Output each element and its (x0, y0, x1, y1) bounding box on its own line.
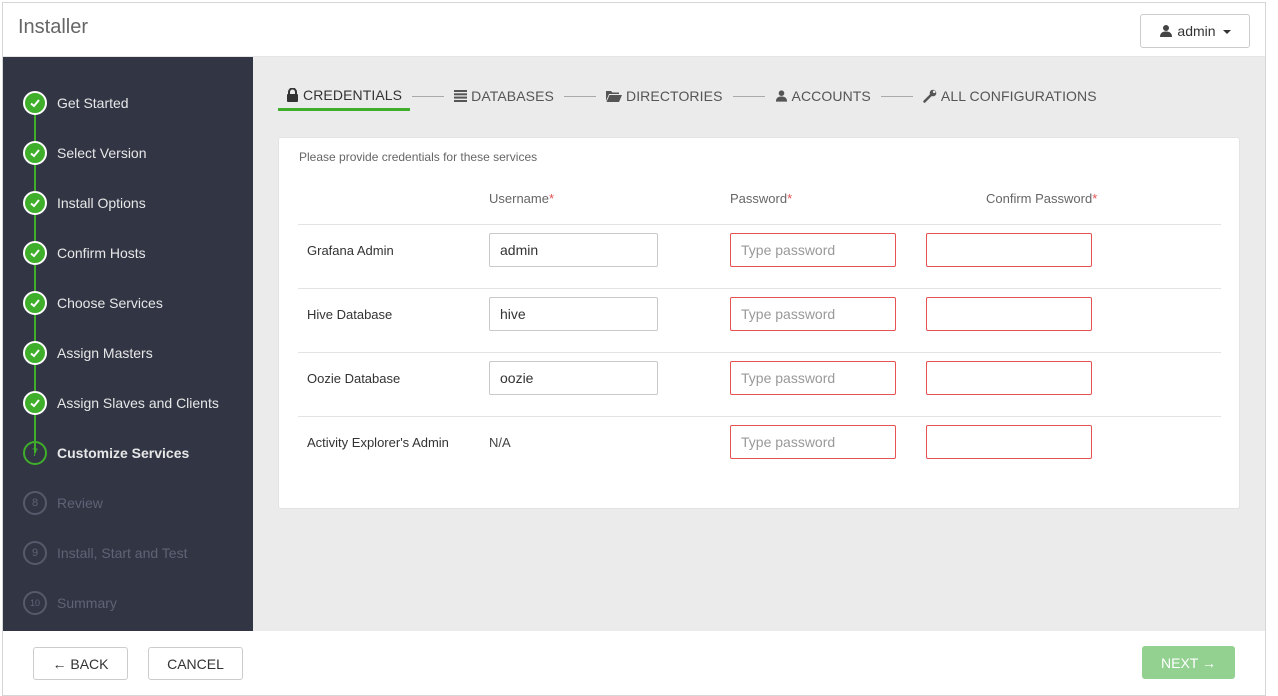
tab-label: ALL CONFIGURATIONS (940, 88, 1097, 104)
confirm-password-input[interactable] (926, 297, 1092, 331)
tab-divider (732, 95, 765, 97)
tab-all-configurations[interactable]: ALL CONFIGURATIONS (915, 81, 1105, 111)
tab-label: ACCOUNTS (791, 88, 871, 104)
step-choose-services[interactable]: Choose Services (23, 291, 163, 315)
header-label: Confirm Password (986, 191, 1093, 206)
confirm-password-input[interactable] (926, 425, 1092, 459)
step-label: Select Version (57, 145, 147, 161)
user-menu-button[interactable]: admin (1140, 14, 1250, 48)
required-mark: * (548, 191, 555, 206)
tab-credentials[interactable]: CREDENTIALS (278, 81, 411, 111)
step-summary: 10 Summary (23, 591, 117, 615)
credentials-panel: Please provide credentials for these ser… (278, 137, 1240, 509)
credentials-intro: Please provide credentials for these ser… (299, 150, 538, 164)
step-number: 9 (23, 541, 47, 565)
step-label: Get Started (57, 95, 129, 111)
tab-label: DATABASES (471, 88, 554, 104)
password-header: Password* (730, 191, 792, 206)
user-icon (775, 89, 788, 103)
config-tabs: CREDENTIALS DATABASES DIRECTORIES ACCOUN… (278, 81, 1105, 111)
step-label: Install Options (57, 195, 146, 211)
password-input[interactable] (730, 297, 896, 331)
check-icon (23, 91, 47, 115)
check-icon (23, 291, 47, 315)
main-content: CREDENTIALS DATABASES DIRECTORIES ACCOUN… (253, 57, 1265, 631)
next-button[interactable]: NEXT → (1142, 646, 1235, 679)
service-name: Activity Explorer's Admin (307, 435, 449, 450)
user-menu-label: admin (1177, 23, 1216, 39)
step-number: 10 (23, 591, 47, 615)
top-bar: Installer admin (3, 3, 1265, 57)
wizard-footer: ← BACK CANCEL NEXT → (3, 631, 1265, 695)
step-number: 8 (23, 491, 47, 515)
user-icon (1159, 24, 1173, 38)
required-mark: * (787, 191, 793, 206)
step-select-version[interactable]: Select Version (23, 141, 147, 165)
step-label: Customize Services (57, 445, 190, 461)
back-button[interactable]: ← BACK (33, 647, 128, 680)
username-na: N/A (489, 435, 511, 450)
wrench-icon (923, 89, 937, 103)
tab-divider (880, 95, 913, 97)
step-label: Assign Slaves and Clients (57, 395, 219, 411)
required-mark: * (1092, 191, 1098, 206)
step-install-start-test: 9 Install, Start and Test (23, 541, 187, 565)
step-assign-slaves[interactable]: Assign Slaves and Clients (23, 391, 219, 415)
step-number: 7 (23, 441, 47, 465)
caret-down-icon (1222, 30, 1231, 34)
password-input[interactable] (730, 361, 896, 395)
username-header: Username* (489, 191, 554, 206)
tab-divider (563, 95, 596, 97)
lock-icon (286, 87, 299, 102)
step-label: Choose Services (57, 295, 163, 311)
step-confirm-hosts[interactable]: Confirm Hosts (23, 241, 146, 265)
username-input[interactable] (489, 361, 658, 395)
password-input[interactable] (730, 233, 896, 267)
service-name: Hive Database (307, 307, 393, 322)
app-title: Installer (18, 16, 89, 38)
check-icon (23, 241, 47, 265)
tab-databases[interactable]: DATABASES (446, 81, 562, 111)
header-label: Username (489, 191, 549, 206)
installer-window: Installer admin Get Started Select Versi… (2, 2, 1266, 696)
credential-row-oozie: Oozie Database (298, 352, 1221, 416)
credential-row-hive: Hive Database (298, 288, 1221, 352)
step-get-started[interactable]: Get Started (23, 91, 129, 115)
tab-divider (412, 95, 445, 97)
tab-accounts[interactable]: ACCOUNTS (767, 81, 879, 111)
step-label: Assign Masters (57, 345, 153, 361)
service-name: Grafana Admin (307, 243, 394, 258)
step-label: Confirm Hosts (57, 245, 146, 261)
confirm-password-header: Confirm Password* (986, 191, 1097, 206)
confirm-password-input[interactable] (926, 361, 1092, 395)
header-label: Password (730, 191, 788, 206)
tab-label: CREDENTIALS (303, 86, 403, 103)
confirm-password-input[interactable] (926, 233, 1092, 267)
step-review: 8 Review (23, 491, 103, 515)
check-icon (23, 391, 47, 415)
password-input[interactable] (730, 425, 896, 459)
folder-open-icon (605, 90, 622, 102)
check-icon (23, 141, 47, 165)
check-icon (23, 341, 47, 365)
username-input[interactable] (489, 233, 658, 267)
wizard-sidebar: Get Started Select Version Install Optio… (3, 57, 253, 631)
step-customize-services[interactable]: 7 Customize Services (23, 441, 189, 465)
step-label: Summary (57, 595, 117, 611)
tab-directories[interactable]: DIRECTORIES (598, 81, 731, 111)
step-install-options[interactable]: Install Options (23, 191, 146, 215)
cancel-button[interactable]: CANCEL (148, 647, 243, 680)
step-label: Review (57, 495, 103, 511)
tab-label: DIRECTORIES (625, 88, 723, 104)
credential-row-grafana: Grafana Admin (298, 224, 1221, 288)
service-name: Oozie Database (307, 371, 401, 386)
check-icon (23, 191, 47, 215)
credential-row-activity-explorer: Activity Explorer's Admin N/A (298, 416, 1221, 480)
list-icon (454, 90, 468, 102)
step-label: Install, Start and Test (57, 545, 188, 561)
step-assign-masters[interactable]: Assign Masters (23, 341, 153, 365)
username-input[interactable] (489, 297, 658, 331)
